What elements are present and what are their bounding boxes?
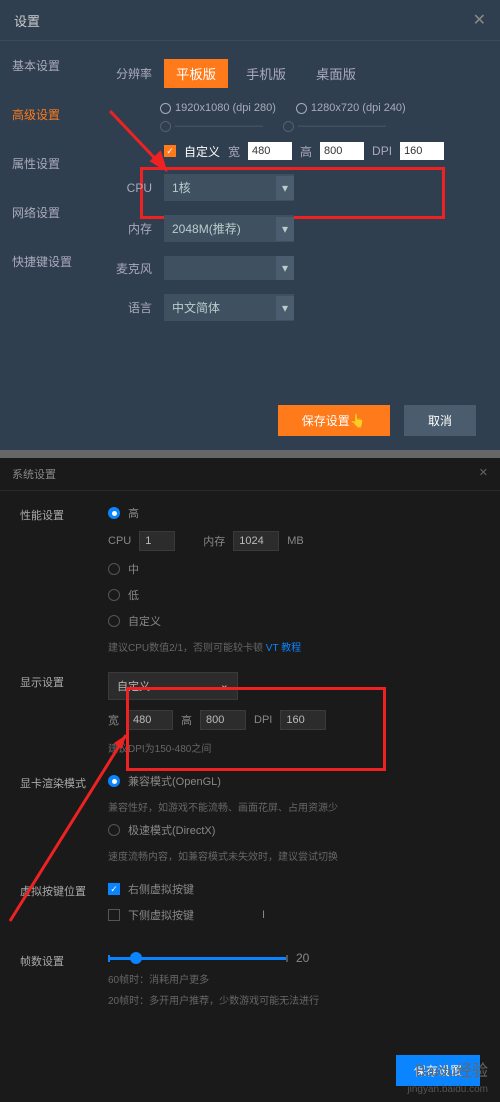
disp-hint: 建议DPI为150-480之间 [108, 740, 486, 755]
sidebar-tab-advanced[interactable]: 高级设置 [0, 90, 100, 139]
cancel-button[interactable]: 取消 [404, 405, 476, 436]
chevron-down-icon: ▾ [276, 217, 294, 241]
sidebar-tab-network[interactable]: 网络设置 [0, 188, 100, 237]
save-button[interactable]: 保存设置👆 [278, 405, 390, 436]
fps-slider[interactable] [108, 957, 288, 960]
vkey-check1[interactable]: ✓ [108, 883, 120, 895]
res-radio-1080[interactable]: 1920x1080 (dpi 280) [160, 102, 276, 114]
hand-cursor-icon: 👆 [350, 413, 366, 429]
resolution-label: 分辨率 [100, 65, 156, 82]
fps-hint1: 60帧时：消耗用户更多 [108, 971, 486, 986]
perf-hint: 建议CPU数值2/1，否则可能较卡顿 [108, 643, 263, 654]
custom-label: 自定义 [184, 143, 220, 160]
width-label: 宽 [228, 143, 240, 160]
disp-h-label: 高 [181, 712, 192, 728]
dialog-title: 设置 [14, 11, 40, 30]
height-label: 高 [300, 143, 312, 160]
perf-radio-high-label: 高 [128, 505, 139, 521]
content-area: 分辨率 平板版 手机版 桌面版 1920x1080 (dpi 280) 1280… [100, 41, 500, 391]
fps-max-label: 20 [296, 951, 309, 965]
settings-dialog-2: 系统设置 ✕ 性能设置 高 CPU 内存 MB 中 [0, 458, 500, 1102]
width-input[interactable] [248, 142, 292, 160]
close-icon[interactable]: ✕ [473, 10, 486, 30]
dialog-body-2: 性能设置 高 CPU 内存 MB 中 低 自定义 建议CPU数值2/1，否则可能… [0, 491, 500, 1039]
chevron-down-icon: ▾ [276, 176, 294, 200]
render-opt2-label: 极速模式(DirectX) [128, 822, 215, 838]
perf-label: 性能设置 [20, 505, 100, 523]
cpu-label: CPU [100, 181, 156, 195]
perf-radio-custom-label: 自定义 [128, 613, 161, 629]
p2-cpu-label: CPU [108, 535, 131, 547]
dpi-input[interactable] [400, 142, 444, 160]
chevron-down-icon: ▾ [276, 296, 294, 320]
mem-select[interactable]: 2048M(推荐)▾ [164, 215, 294, 242]
dialog-footer: 保存设置👆 取消 [0, 391, 500, 450]
dialog-body: 基本设置 高级设置 属性设置 网络设置 快捷键设置 分辨率 平板版 手机版 桌面… [0, 41, 500, 391]
render-radio-directx[interactable] [108, 824, 120, 836]
sidebar-tab-basic[interactable]: 基本设置 [0, 41, 100, 90]
res-radio-720-label: 1280x720 (dpi 240) [311, 102, 406, 114]
vkey-check2[interactable] [108, 909, 120, 921]
vkey-check1-label: 右侧虚拟按键 [128, 881, 194, 897]
disp-label: 显示设置 [20, 672, 100, 690]
render-radio-opengl[interactable] [108, 775, 120, 787]
disp-h-input[interactable] [200, 710, 246, 730]
res-radio-720[interactable]: 1280x720 (dpi 240) [296, 102, 406, 114]
watermark-url: jingyan.baidu.com [407, 1083, 488, 1096]
settings-dialog-1: 设置 ✕ 基本设置 高级设置 属性设置 网络设置 快捷键设置 分辨率 平板版 手… [0, 0, 500, 450]
vkey-check2-label: 下侧虚拟按键 [128, 907, 194, 923]
cpu-select[interactable]: 1核▾ [164, 174, 294, 201]
sidebar-tab-hotkey[interactable]: 快捷键设置 [0, 237, 100, 286]
mic-label: 麦克风 [100, 260, 156, 277]
perf-radio-mid-label: 中 [128, 561, 139, 577]
slider-thumb[interactable] [130, 952, 142, 964]
res-radio-1080-label: 1920x1080 (dpi 280) [175, 102, 276, 114]
sidebar-tab-property[interactable]: 属性设置 [0, 139, 100, 188]
lang-select[interactable]: 中文简体▾ [164, 294, 294, 321]
disp-select[interactable]: 自定义⌄ [108, 672, 238, 700]
perf-radio-low[interactable] [108, 589, 120, 601]
lang-label: 语言 [100, 299, 156, 316]
fps-hint2: 20帧时：多开用户推荐，少数游戏可能无法进行 [108, 992, 486, 1007]
tab-phone[interactable]: 手机版 [234, 59, 298, 88]
mic-select[interactable]: ▾ [164, 256, 294, 280]
watermark-logo: Baidu经验 [407, 1062, 488, 1083]
disp-dpi-input[interactable] [280, 710, 326, 730]
dialog-header: 设置 ✕ [0, 0, 500, 41]
vkey-label: 虚拟按键位置 [20, 881, 100, 899]
render-hint2: 速度流畅内容，如兼容模式未失效时，建议尝试切换 [108, 848, 486, 863]
render-label: 显卡渲染模式 [20, 773, 100, 791]
perf-radio-low-label: 低 [128, 587, 139, 603]
p2-mem-input[interactable] [233, 531, 279, 551]
disp-w-label: 宽 [108, 712, 119, 728]
p2-mem-label: 内存 [203, 533, 225, 549]
mem-label: 内存 [100, 220, 156, 237]
render-opt1-label: 兼容模式(OpenGL) [128, 773, 221, 789]
resolution-tabs: 平板版 手机版 桌面版 [164, 59, 368, 88]
chevron-down-icon: ⌄ [220, 678, 229, 694]
dialog-header-2: 系统设置 ✕ [0, 458, 500, 491]
height-input[interactable] [320, 142, 364, 160]
perf-radio-mid[interactable] [108, 563, 120, 575]
vt-link[interactable]: VT 教程 [266, 643, 301, 654]
sidebar: 基本设置 高级设置 属性设置 网络设置 快捷键设置 [0, 41, 100, 391]
disp-w-input[interactable] [127, 710, 173, 730]
fps-label: 帧数设置 [20, 951, 100, 969]
close-icon[interactable]: ✕ [479, 466, 488, 482]
perf-radio-high[interactable] [108, 507, 120, 519]
disp-dpi-label: DPI [254, 714, 272, 726]
render-hint1: 兼容性好，如游戏不能流畅、画面花屏、占用资源少 [108, 799, 486, 814]
tab-desktop[interactable]: 桌面版 [304, 59, 368, 88]
perf-radio-custom[interactable] [108, 615, 120, 627]
custom-checkbox[interactable]: ✓ [164, 145, 176, 157]
text-cursor-icon: I [262, 909, 265, 921]
watermark: Baidu经验 jingyan.baidu.com [407, 1062, 488, 1096]
tab-tablet[interactable]: 平板版 [164, 59, 228, 88]
dpi-label: DPI [372, 144, 392, 158]
chevron-down-icon: ▾ [276, 256, 294, 280]
p2-cpu-input[interactable] [139, 531, 175, 551]
p2-mem-unit: MB [287, 535, 304, 547]
dialog-title-2: 系统设置 [12, 466, 56, 482]
